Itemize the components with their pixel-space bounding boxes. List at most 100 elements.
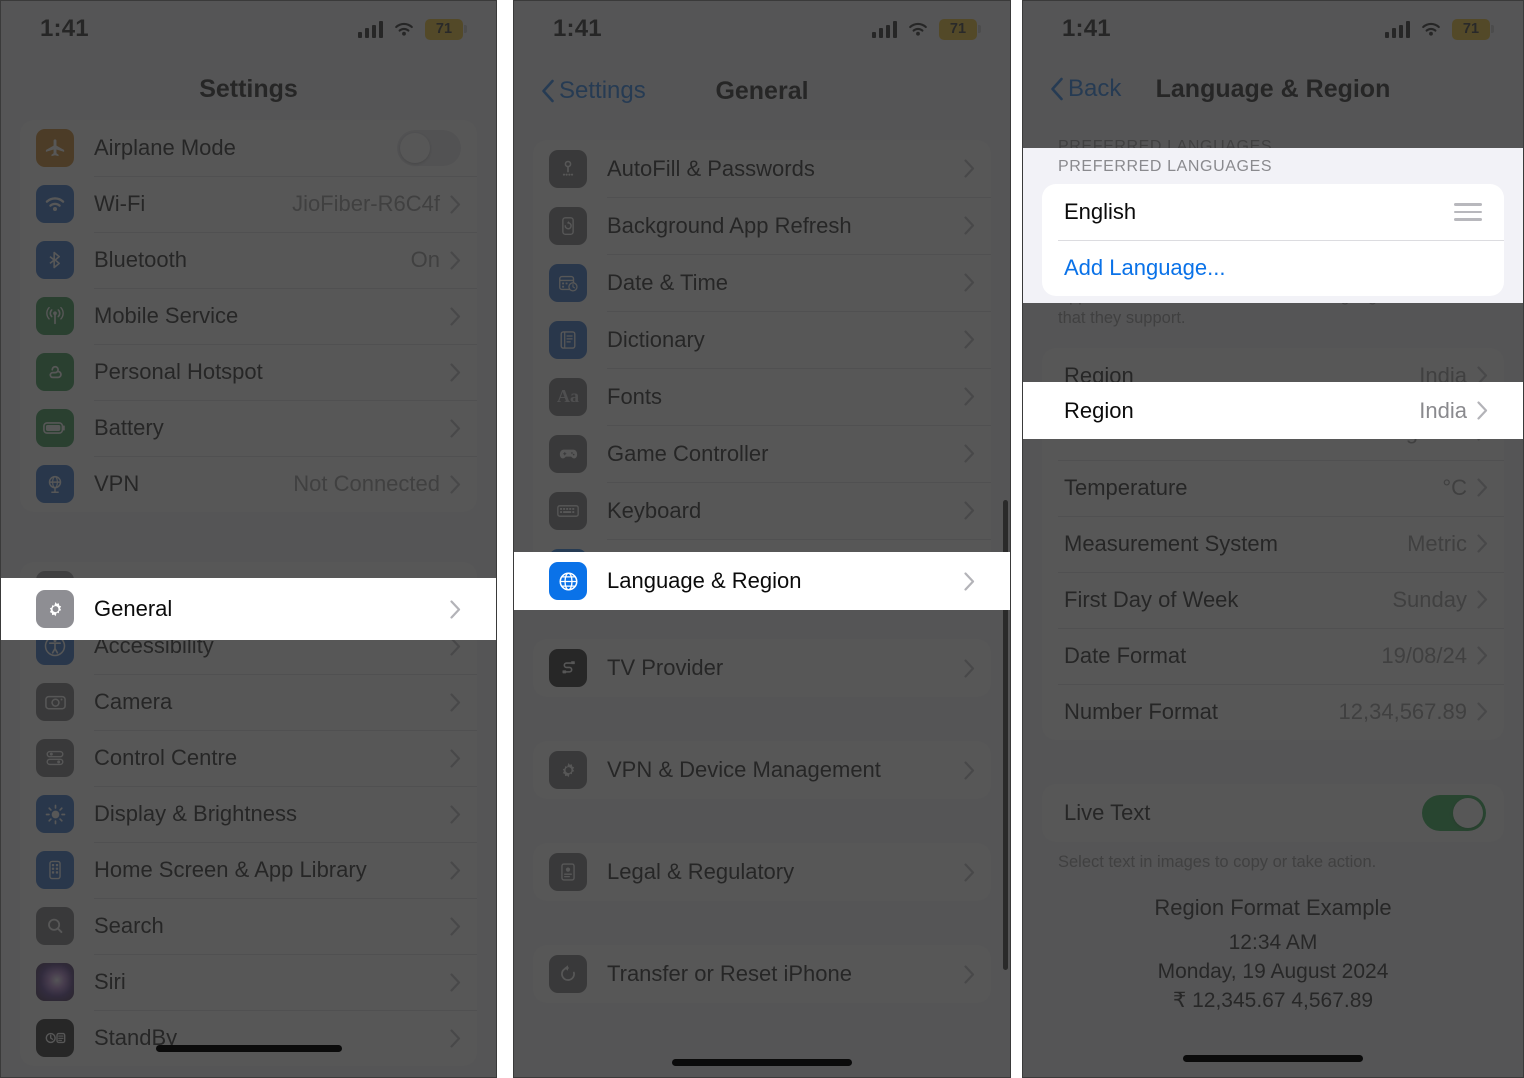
row-value: Not Connected (293, 471, 440, 496)
siri-icon (36, 963, 74, 1001)
row-autofill-passwords[interactable]: AutoFill & Passwords (533, 140, 991, 197)
date-time-icon (549, 263, 587, 302)
status-bar: 1:41 71 (1022, 0, 1524, 58)
row-label: Personal Hotspot (94, 359, 263, 384)
row-background-app-refresh[interactable]: Background App Refresh (533, 197, 991, 254)
battery-indicator: 71 (1452, 18, 1494, 40)
row-value: 12,34,567.89 (1338, 698, 1467, 724)
chevron-right-icon (964, 330, 975, 349)
highlight-region-row[interactable]: Region India (1022, 382, 1524, 439)
row-region-highlighted[interactable]: Region India (1042, 382, 1504, 439)
row-label: VPN (94, 471, 140, 496)
sidebar-item-home-screen[interactable]: Home Screen & App Library (20, 842, 477, 898)
three-panel-screenshot: 1:41 71 Settings Airplane Mode Wi-Fi Jio… (0, 0, 1524, 1078)
row-personal-hotspot[interactable]: Personal Hotspot (20, 344, 477, 400)
row-add-language-highlighted[interactable]: Add Language... (1042, 240, 1504, 296)
row-mobile-service[interactable]: Mobile Service (20, 288, 477, 344)
row-language-region-highlighted[interactable]: Language & Region (533, 552, 991, 610)
chevron-right-icon (964, 159, 975, 178)
chevron-right-icon (450, 1028, 461, 1048)
row-vpn[interactable]: VPN Not Connected (20, 456, 477, 512)
dictionary-icon (549, 320, 587, 359)
row-first-day-of-week[interactable]: First Day of Week Sunday (1042, 571, 1504, 628)
region-format-example-date: Monday, 19 August 2024 (1157, 959, 1389, 983)
back-button[interactable]: Back (1042, 75, 1121, 103)
row-label: Live Text (1064, 799, 1151, 825)
row-number-format[interactable]: Number Format 12,34,567.89 (1042, 683, 1504, 740)
chevron-right-icon (964, 658, 975, 678)
wifi-icon (906, 20, 930, 38)
sidebar-item-siri[interactable]: Siri (20, 954, 477, 1010)
row-label: VPN & Device Management (607, 757, 881, 782)
panel-settings: 1:41 71 Settings Airplane Mode Wi-Fi Jio… (0, 0, 497, 1078)
row-label: Mobile Service (94, 303, 239, 328)
sidebar-item-standby[interactable]: StandBy (20, 1010, 477, 1066)
general-group-1: AutoFill & Passwords Background App Refr… (533, 140, 991, 596)
row-temperature[interactable]: Temperature °C (1042, 459, 1504, 516)
status-indicators: 71 (1384, 18, 1494, 40)
reorder-grip-icon[interactable] (1454, 203, 1482, 221)
row-label: Search (94, 913, 164, 938)
row-vpn-device-management[interactable]: VPN & Device Management (533, 741, 991, 799)
chevron-right-icon (450, 916, 461, 936)
back-button[interactable]: Settings (533, 77, 646, 105)
reset-icon (549, 955, 587, 993)
toggle-knob (400, 133, 430, 163)
home-screen-icon (36, 851, 74, 889)
row-keyboard[interactable]: Keyboard (533, 482, 991, 539)
row-label: Legal & Regulatory (607, 859, 795, 884)
row-date-format[interactable]: Date Format 19/08/24 (1042, 627, 1504, 684)
row-measurement-system[interactable]: Measurement System Metric (1042, 515, 1504, 572)
row-label: Transfer or Reset iPhone (607, 961, 852, 986)
row-label: Bluetooth (94, 247, 187, 272)
highlight-preferred-languages[interactable]: PREFERRED LANGUAGES English Add Language… (1022, 148, 1524, 303)
row-label: Battery (94, 415, 164, 440)
chevron-right-icon (450, 306, 461, 326)
nav-bar: Settings (0, 58, 497, 120)
row-live-text[interactable]: Live Text (1042, 784, 1504, 842)
airplane-mode-toggle[interactable] (397, 130, 461, 166)
chevron-right-icon (1477, 702, 1488, 721)
row-label: Wi-Fi (94, 191, 146, 216)
game-controller-icon (549, 434, 587, 473)
row-bluetooth[interactable]: Bluetooth On (20, 232, 477, 288)
row-wifi[interactable]: Wi-Fi JioFiber-R6C4f (20, 176, 477, 232)
chevron-right-icon (964, 571, 975, 591)
row-dictionary[interactable]: Dictionary (533, 311, 991, 368)
sidebar-item-display-brightness[interactable]: Display & Brightness (20, 786, 477, 842)
row-battery[interactable]: Battery (20, 400, 477, 456)
sidebar-item-search[interactable]: Search (20, 898, 477, 954)
row-airplane-mode[interactable]: Airplane Mode (20, 120, 477, 176)
status-time: 1:41 (40, 15, 89, 42)
row-transfer-reset-iphone[interactable]: Transfer or Reset iPhone (533, 945, 991, 1003)
status-bar: 1:41 71 (0, 0, 497, 58)
row-label: Date Format (1064, 642, 1187, 668)
row-legal-regulatory[interactable]: Legal & Regulatory (533, 843, 991, 901)
row-tv-provider[interactable]: TV Provider (533, 639, 991, 697)
row-label: First Day of Week (1064, 586, 1239, 612)
row-label: Date & Time (607, 269, 729, 295)
chevron-right-icon (964, 444, 975, 463)
highlight-language-region-row[interactable]: Language & Region (513, 552, 1011, 610)
status-indicators: 71 (357, 18, 467, 40)
row-label: Control Centre (94, 745, 238, 770)
highlight-general-row[interactable]: General (0, 578, 497, 640)
keyboard-icon (549, 491, 587, 530)
sidebar-item-general-highlighted[interactable]: General (20, 578, 477, 640)
sidebar-item-camera[interactable]: Camera (20, 674, 477, 730)
row-label: Camera (94, 689, 173, 714)
row-date-time[interactable]: Date & Time (533, 254, 991, 311)
sidebar-item-control-centre[interactable]: Control Centre (20, 730, 477, 786)
row-label: Number Format (1064, 698, 1219, 724)
cellular-bars-icon (871, 20, 897, 38)
row-value: Sunday (1392, 586, 1467, 612)
general-group-2: TV Provider (533, 639, 991, 697)
row-label: Keyboard (607, 497, 702, 523)
row-fonts[interactable]: Aa Fonts (533, 368, 991, 425)
wifi-icon (392, 20, 416, 38)
panel-gap (1011, 0, 1022, 1078)
live-text-toggle[interactable] (1422, 794, 1486, 831)
row-game-controller[interactable]: Game Controller (533, 425, 991, 482)
row-english-highlighted[interactable]: English (1042, 184, 1504, 240)
fonts-icon: Aa (549, 377, 587, 416)
